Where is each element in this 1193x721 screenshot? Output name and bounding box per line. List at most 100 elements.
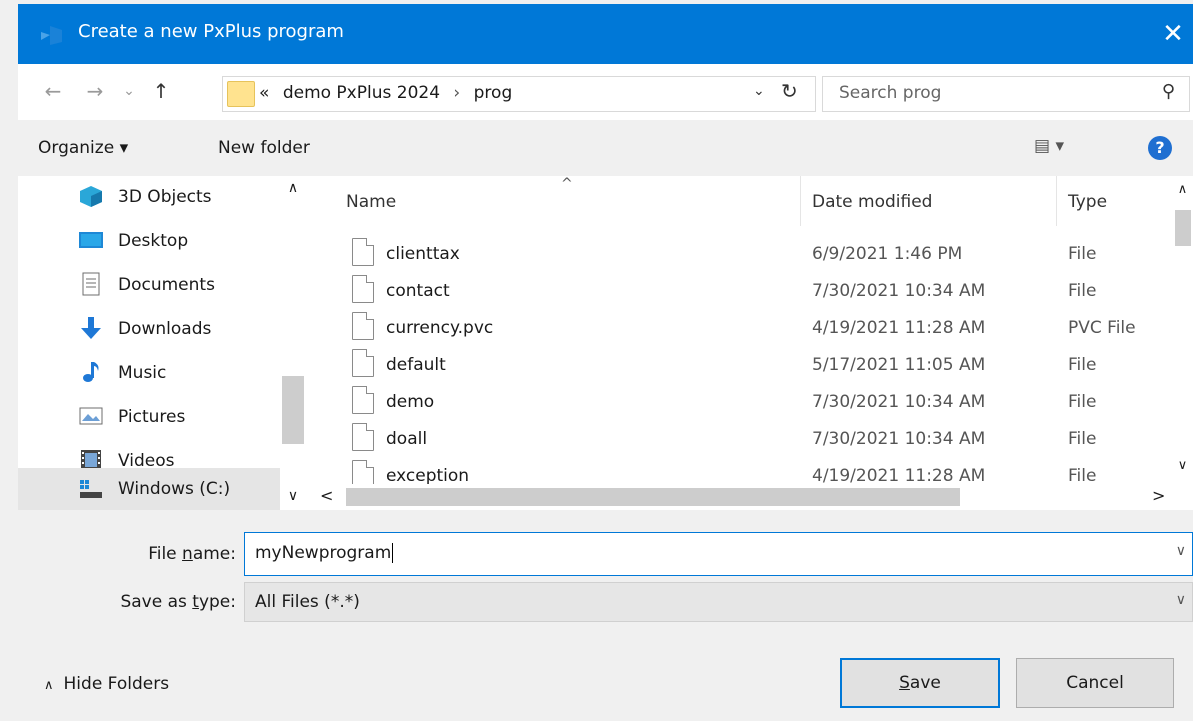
sidebar-item-windows-c[interactable]: Windows (C:) bbox=[18, 468, 280, 510]
refresh-icon[interactable]: ↻ bbox=[781, 79, 798, 103]
sidebar-item-music[interactable]: Music bbox=[18, 352, 280, 394]
file-row[interactable]: doall 7/30/2021 10:34 AM File bbox=[306, 421, 1172, 458]
vscode-app-icon bbox=[41, 26, 62, 45]
file-name: contact bbox=[386, 281, 450, 301]
scroll-down-icon[interactable]: ∨ bbox=[280, 488, 306, 504]
sort-ascending-icon: ^ bbox=[561, 176, 573, 192]
file-icon bbox=[352, 386, 374, 414]
breadcrumb: « demo PxPlus 2024 › prog bbox=[259, 83, 512, 103]
breadcrumb-separator[interactable]: › bbox=[453, 83, 460, 103]
up-arrow-icon[interactable]: ↑ bbox=[146, 76, 176, 106]
sidebar-item-3d-objects[interactable]: 3D Objects bbox=[18, 176, 280, 218]
desktop-icon bbox=[79, 232, 103, 248]
new-folder-button[interactable]: New folder bbox=[218, 138, 310, 158]
file-date: 4/19/2021 11:28 AM bbox=[812, 466, 986, 484]
breadcrumb-item-prog[interactable]: prog bbox=[474, 83, 513, 103]
downloads-icon bbox=[81, 317, 101, 339]
sidebar-item-label: Desktop bbox=[118, 231, 189, 251]
file-name-label: File name: bbox=[148, 544, 236, 564]
file-type: File bbox=[1068, 429, 1097, 449]
file-name-value: myNewprogram bbox=[255, 543, 392, 563]
music-icon bbox=[83, 362, 99, 382]
forward-arrow-icon[interactable]: → bbox=[80, 76, 110, 106]
file-icon bbox=[352, 349, 374, 377]
command-toolbar: Organize ▾ New folder ▤ ▾ ? bbox=[18, 120, 1193, 176]
sidebar-item-label: Windows (C:) bbox=[118, 479, 231, 499]
file-row[interactable]: contact 7/30/2021 10:34 AM File bbox=[306, 273, 1172, 310]
organize-button[interactable]: Organize ▾ bbox=[38, 138, 128, 158]
view-options-icon[interactable]: ▤ ▾ bbox=[1034, 136, 1064, 156]
sidebar-item-documents[interactable]: Documents bbox=[18, 264, 280, 306]
sidebar-item-label: Downloads bbox=[118, 319, 212, 339]
close-icon[interactable]: ✕ bbox=[1153, 12, 1193, 56]
back-arrow-icon[interactable]: ← bbox=[38, 76, 68, 106]
file-type: File bbox=[1068, 244, 1097, 264]
pictures-icon bbox=[79, 407, 103, 425]
help-icon[interactable]: ? bbox=[1148, 136, 1172, 160]
save-as-type-label: Save as type: bbox=[120, 592, 236, 612]
file-icon bbox=[352, 423, 374, 451]
scroll-up-icon[interactable]: ∧ bbox=[1172, 182, 1193, 197]
address-bar[interactable]: « demo PxPlus 2024 › prog ⌄ ↻ bbox=[222, 76, 816, 112]
chevron-down-icon[interactable]: ∨ bbox=[1176, 592, 1186, 608]
breadcrumb-overflow[interactable]: « bbox=[259, 83, 269, 103]
scrollbar-thumb[interactable] bbox=[346, 488, 960, 506]
file-type: File bbox=[1068, 392, 1097, 412]
scrollbar-thumb[interactable] bbox=[282, 376, 304, 444]
cancel-button[interactable]: Cancel bbox=[1016, 658, 1174, 708]
file-date: 7/30/2021 10:34 AM bbox=[812, 392, 986, 412]
save-as-type-select[interactable]: All Files (*.*) ∨ bbox=[244, 582, 1193, 622]
file-type: File bbox=[1068, 466, 1097, 484]
file-name: clienttax bbox=[386, 244, 460, 264]
scrollbar-thumb[interactable] bbox=[1175, 210, 1191, 246]
file-name-field[interactable]: myNewprogram ∨ bbox=[244, 532, 1193, 576]
folder-icon bbox=[227, 81, 255, 107]
file-icon bbox=[352, 275, 374, 303]
file-name: exception bbox=[386, 466, 470, 484]
column-header-type[interactable]: Type bbox=[1068, 192, 1107, 212]
sidebar-item-pictures[interactable]: Pictures bbox=[18, 396, 280, 438]
documents-icon bbox=[82, 272, 100, 296]
search-input[interactable]: Search prog ⚲ bbox=[822, 76, 1190, 112]
file-icon bbox=[352, 238, 374, 266]
file-icon bbox=[352, 312, 374, 340]
file-list-vertical-scrollbar[interactable]: ∧ ∨ bbox=[1172, 176, 1193, 484]
hide-folders-button[interactable]: ∧ Hide Folders bbox=[44, 674, 169, 694]
navigation-pane-scrollbar[interactable]: ∧ ∨ bbox=[280, 176, 306, 510]
column-header-name[interactable]: Name bbox=[346, 192, 396, 212]
scroll-up-icon[interactable]: ∧ bbox=[280, 180, 306, 196]
sidebar-item-desktop[interactable]: Desktop bbox=[18, 220, 280, 262]
file-list-horizontal-scrollbar[interactable]: < > bbox=[306, 484, 1193, 510]
file-row[interactable]: default 5/17/2021 11:05 AM File bbox=[306, 347, 1172, 384]
address-dropdown-icon[interactable]: ⌄ bbox=[753, 83, 765, 99]
3d-objects-icon bbox=[80, 186, 102, 207]
file-list-header: ^ Name Date modified Type bbox=[306, 176, 1172, 226]
column-header-date-modified[interactable]: Date modified bbox=[812, 192, 932, 212]
chevron-down-icon[interactable]: ∨ bbox=[1176, 543, 1186, 559]
breadcrumb-item-demo[interactable]: demo PxPlus 2024 bbox=[283, 83, 440, 103]
search-icon[interactable]: ⚲ bbox=[1162, 81, 1175, 102]
drive-icon bbox=[80, 480, 102, 498]
column-divider[interactable] bbox=[800, 176, 801, 226]
scroll-down-icon[interactable]: ∨ bbox=[1172, 458, 1193, 473]
sidebar-item-label: 3D Objects bbox=[118, 187, 212, 207]
file-date: 7/30/2021 10:34 AM bbox=[812, 281, 986, 301]
save-button[interactable]: Save bbox=[840, 658, 1000, 708]
file-row[interactable]: currency.pvc 4/19/2021 11:28 AM PVC File bbox=[306, 310, 1172, 347]
file-type: File bbox=[1068, 281, 1097, 301]
navigation-pane: 3D Objects Desktop Documents Downloads M… bbox=[18, 176, 280, 510]
file-type: PVC File bbox=[1068, 318, 1136, 338]
file-type: File bbox=[1068, 355, 1097, 375]
save-as-type-value: All Files (*.*) bbox=[255, 592, 360, 612]
sidebar-item-downloads[interactable]: Downloads bbox=[18, 308, 280, 350]
file-name: demo bbox=[386, 392, 435, 412]
scroll-left-icon[interactable]: < bbox=[320, 486, 333, 505]
file-row[interactable]: exception 4/19/2021 11:28 AM File bbox=[306, 458, 1172, 484]
scroll-right-icon[interactable]: > bbox=[1152, 486, 1165, 505]
recent-locations-chevron-icon[interactable]: ⌄ bbox=[114, 76, 144, 106]
file-row[interactable]: demo 7/30/2021 10:34 AM File bbox=[306, 384, 1172, 421]
file-row[interactable]: clienttax 6/9/2021 1:46 PM File bbox=[306, 236, 1172, 273]
column-divider[interactable] bbox=[1056, 176, 1057, 226]
navigation-bar: ← → ⌄ ↑ « demo PxPlus 2024 › prog ⌄ ↻ Se… bbox=[18, 64, 1193, 120]
file-list: ^ Name Date modified Type clienttax 6/9/… bbox=[306, 176, 1172, 484]
